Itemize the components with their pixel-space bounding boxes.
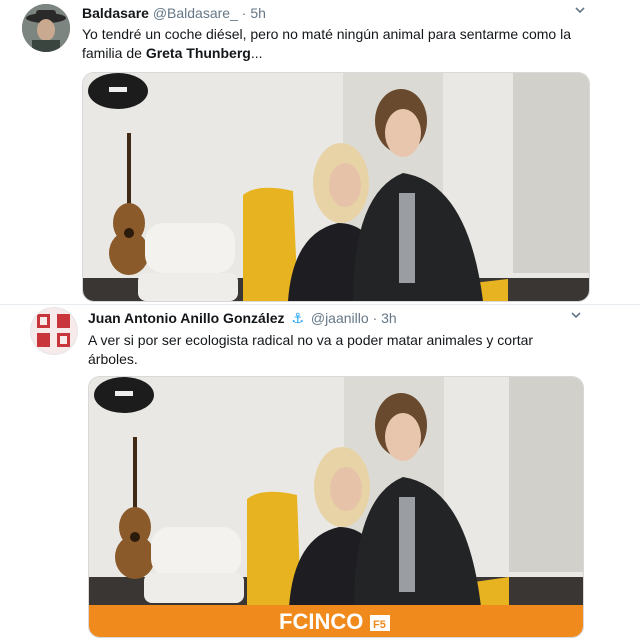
tweet-header: Juan Antonio Anillo González ⚓ @jaanillo… xyxy=(88,310,397,327)
tweet-photo[interactable] xyxy=(82,72,590,302)
tweet-photo[interactable]: FCINCO F5 xyxy=(88,376,584,638)
separator-dot: · xyxy=(372,310,378,326)
author-handle[interactable]: @jaanillo xyxy=(311,310,369,326)
tweet-text-part: ... xyxy=(250,45,263,61)
tweet-baldasare[interactable]: Baldasare @Baldasare_ · 5h Yo tendré un … xyxy=(0,0,640,305)
author-handle[interactable]: @Baldasare_ xyxy=(153,5,238,21)
chevron-down-icon[interactable] xyxy=(574,4,586,19)
author-name[interactable]: Juan Antonio Anillo González xyxy=(88,310,285,326)
author-name[interactable]: Baldasare xyxy=(82,5,149,21)
chevron-down-icon[interactable] xyxy=(570,309,582,324)
avatar[interactable] xyxy=(22,4,70,52)
tweet-text: A ver si por ser ecologista radical no v… xyxy=(88,332,534,367)
separator-dot: · xyxy=(241,5,247,21)
tweet-text: Yo tendré un coche diésel, pero no maté … xyxy=(82,25,602,63)
timestamp[interactable]: 3h xyxy=(381,310,397,326)
avatar[interactable] xyxy=(30,307,78,355)
tweet-text-bold: Greta Thunberg xyxy=(145,45,251,61)
tweet-header: Baldasare @Baldasare_ · 5h xyxy=(82,5,266,21)
timestamp[interactable]: 5h xyxy=(250,5,266,21)
banner-logo-text: FCINCO xyxy=(279,609,363,634)
anchor-icon: ⚓ xyxy=(291,310,304,326)
banner-logo-badge: F5 xyxy=(373,619,386,631)
